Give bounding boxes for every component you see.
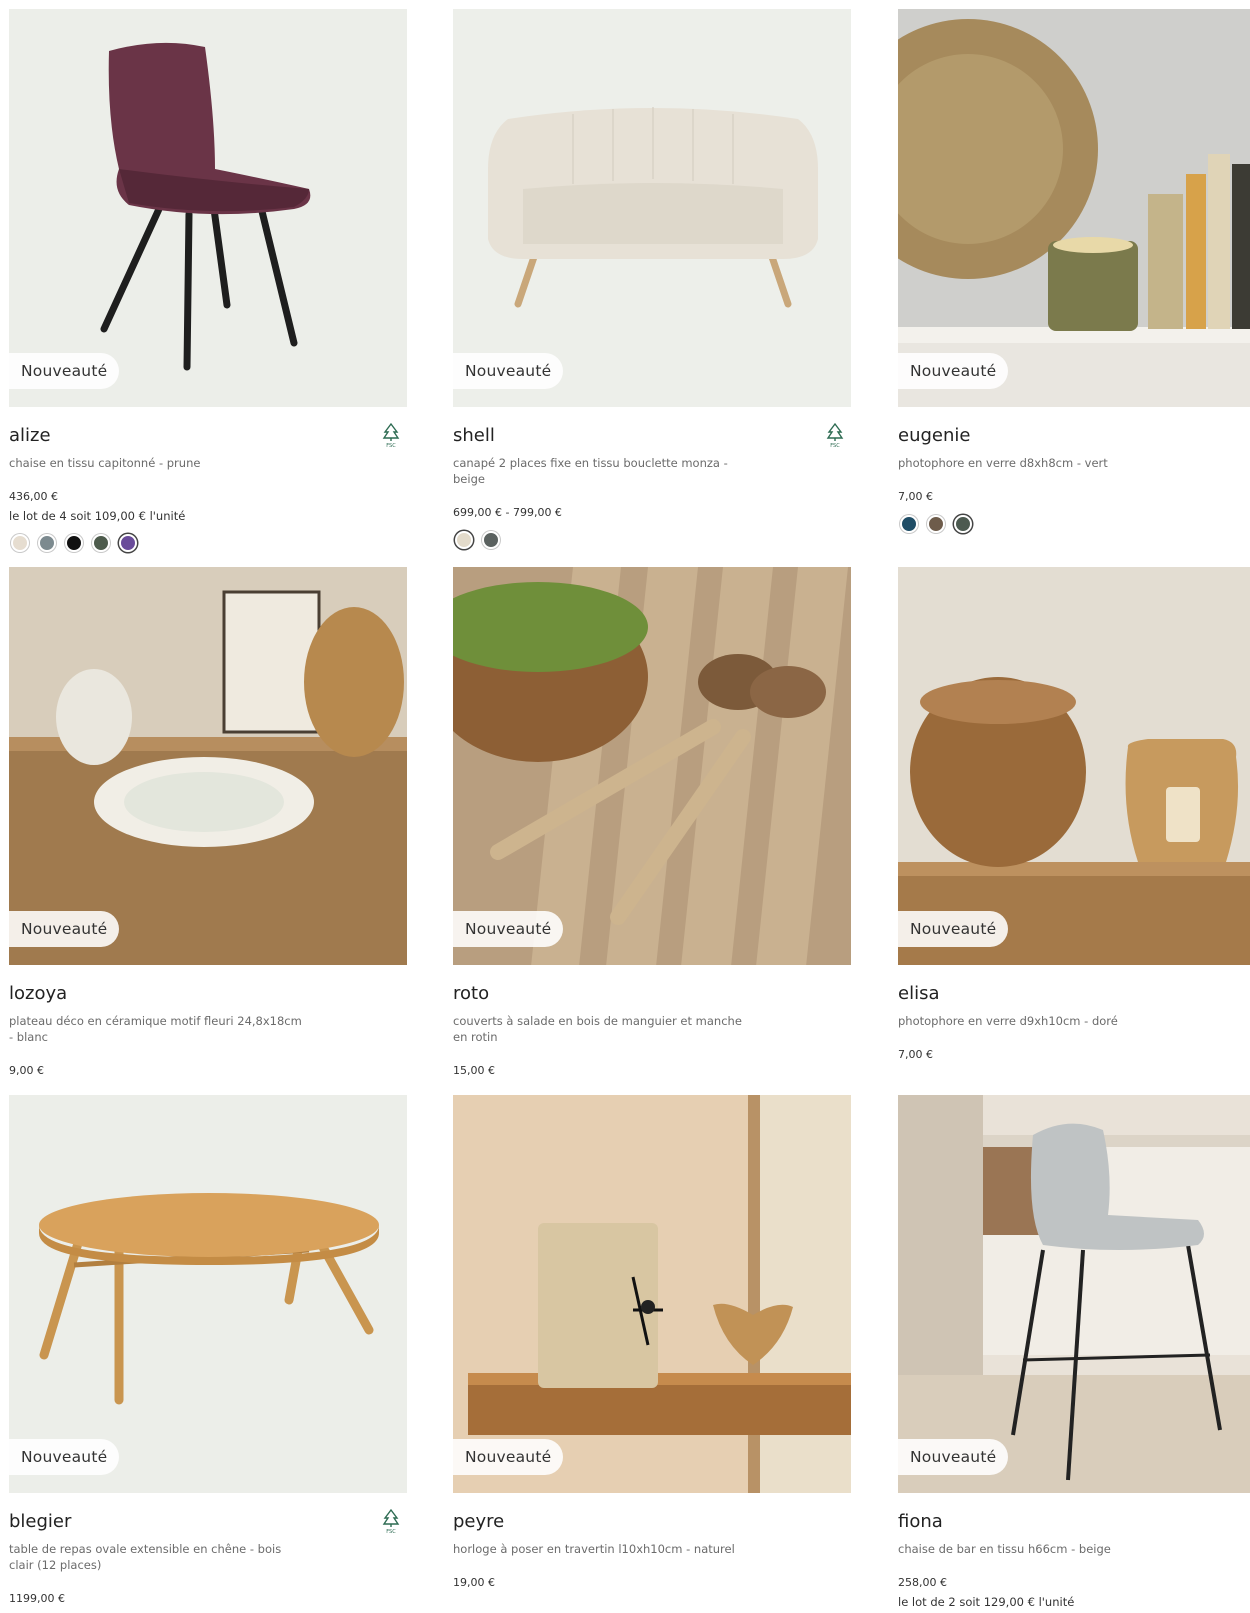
- color-swatch[interactable]: [482, 531, 500, 549]
- new-badge: Nouveauté: [9, 911, 120, 947]
- product-image[interactable]: Nouveauté: [898, 567, 1250, 965]
- product-price: 19,00 €: [453, 1576, 495, 1589]
- plate-image: [9, 567, 407, 965]
- color-swatch[interactable]: [900, 515, 918, 533]
- product-name[interactable]: elisa: [898, 983, 1250, 1005]
- svg-text:FSC: FSC: [386, 443, 396, 449]
- new-badge: Nouveauté: [898, 911, 1009, 947]
- salad-servers-image: [453, 567, 851, 965]
- product-image[interactable]: Nouveauté: [898, 9, 1250, 407]
- product-price: 7,00 €: [898, 490, 933, 503]
- color-swatch[interactable]: [927, 515, 945, 533]
- color-swatches: [9, 532, 407, 554]
- color-swatch[interactable]: [455, 531, 473, 549]
- product-description: chaise de bar en tissu h66cm - beige: [898, 1542, 1111, 1556]
- product-price: 258,00 €: [898, 1576, 947, 1589]
- color-swatch[interactable]: [954, 515, 972, 533]
- product-price: 1199,00 €: [9, 1592, 65, 1605]
- product-card-shell[interactable]: Nouveauté shell FSC canapé 2 places fixe…: [453, 9, 851, 551]
- color-swatch[interactable]: [38, 534, 56, 552]
- product-name[interactable]: peyre: [453, 1511, 851, 1533]
- product-image[interactable]: Nouveauté: [9, 567, 407, 965]
- new-badge: Nouveauté: [453, 353, 564, 389]
- chair-image: [9, 9, 407, 407]
- product-name[interactable]: roto: [453, 983, 851, 1005]
- lot-price: le lot de 4 soit 109,00 € l'unité: [9, 509, 186, 523]
- product-description: table de repas ovale extensible en chêne…: [9, 1542, 282, 1572]
- product-card-alize[interactable]: Nouveauté alize FSC chaise en tissu capi…: [9, 9, 407, 554]
- new-badge: Nouveauté: [9, 353, 120, 389]
- product-price: 15,00 €: [453, 1064, 495, 1077]
- gold-photophore-image: [898, 567, 1250, 965]
- product-card-roto[interactable]: Nouveauté roto couverts à salade en bois…: [453, 567, 851, 1079]
- product-description: couverts à salade en bois de manguier et…: [453, 1014, 742, 1044]
- product-image[interactable]: Nouveauté: [453, 9, 851, 407]
- product-price: 7,00 €: [898, 1048, 933, 1061]
- fsc-icon: FSC: [382, 1508, 400, 1535]
- table-image: [9, 1095, 407, 1493]
- product-card-elisa[interactable]: Nouveauté elisa photophore en verre d9xh…: [898, 567, 1250, 1063]
- product-description: photophore en verre d9xh10cm - doré: [898, 1014, 1118, 1028]
- product-image[interactable]: Nouveauté: [9, 1095, 407, 1493]
- product-image[interactable]: Nouveauté: [453, 1095, 851, 1493]
- product-name[interactable]: eugenie: [898, 425, 1250, 447]
- candle-shelf-image: [898, 9, 1250, 407]
- new-badge: Nouveauté: [453, 911, 564, 947]
- product-price: 436,00 €: [9, 490, 58, 503]
- product-name[interactable]: shell: [453, 425, 851, 447]
- lot-price: le lot de 2 soit 129,00 € l'unité: [898, 1595, 1075, 1609]
- product-name[interactable]: lozoya: [9, 983, 407, 1005]
- product-description: photophore en verre d8xh8cm - vert: [898, 456, 1108, 470]
- product-card-peyre[interactable]: Nouveauté peyre horloge à poser en trave…: [453, 1095, 851, 1591]
- color-swatches: [898, 513, 1250, 535]
- travertine-clock-image: [453, 1095, 851, 1493]
- new-badge: Nouveauté: [9, 1439, 120, 1475]
- product-description: chaise en tissu capitonné - prune: [9, 456, 201, 470]
- product-card-blegier[interactable]: Nouveauté blegier FSC table de repas ova…: [9, 1095, 407, 1607]
- bar-chair-image: [898, 1095, 1250, 1493]
- product-description: canapé 2 places fixe en tissu bouclette …: [453, 456, 728, 486]
- fsc-icon: FSC: [382, 422, 400, 449]
- product-price: 699,00 € - 799,00 €: [453, 506, 562, 519]
- sofa-image: [453, 9, 851, 407]
- product-card-eugenie[interactable]: Nouveauté eugenie photophore en verre d8…: [898, 9, 1250, 535]
- new-badge: Nouveauté: [453, 1439, 564, 1475]
- new-badge: Nouveauté: [898, 1439, 1009, 1475]
- product-name[interactable]: fiona: [898, 1511, 1250, 1533]
- product-card-fiona[interactable]: Nouveauté fiona chaise de bar en tissu h…: [898, 1095, 1250, 1610]
- new-badge: Nouveauté: [898, 353, 1009, 389]
- color-swatch[interactable]: [119, 534, 137, 552]
- product-image[interactable]: Nouveauté: [453, 567, 851, 965]
- color-swatches: [453, 529, 851, 551]
- product-description: plateau déco en céramique motif fleuri 2…: [9, 1014, 302, 1044]
- color-swatch[interactable]: [11, 534, 29, 552]
- product-card-lozoya[interactable]: Nouveauté lozoya plateau déco en céramiq…: [9, 567, 407, 1079]
- product-name[interactable]: alize: [9, 425, 407, 447]
- product-name[interactable]: blegier: [9, 1511, 407, 1533]
- svg-text:FSC: FSC: [830, 443, 840, 449]
- product-image[interactable]: Nouveauté: [9, 9, 407, 407]
- fsc-icon: FSC: [826, 422, 844, 449]
- product-image[interactable]: Nouveauté: [898, 1095, 1250, 1493]
- product-description: horloge à poser en travertin l10xh10cm -…: [453, 1542, 735, 1556]
- product-price: 9,00 €: [9, 1064, 44, 1077]
- color-swatch[interactable]: [65, 534, 83, 552]
- color-swatch[interactable]: [92, 534, 110, 552]
- svg-text:FSC: FSC: [386, 1529, 396, 1535]
